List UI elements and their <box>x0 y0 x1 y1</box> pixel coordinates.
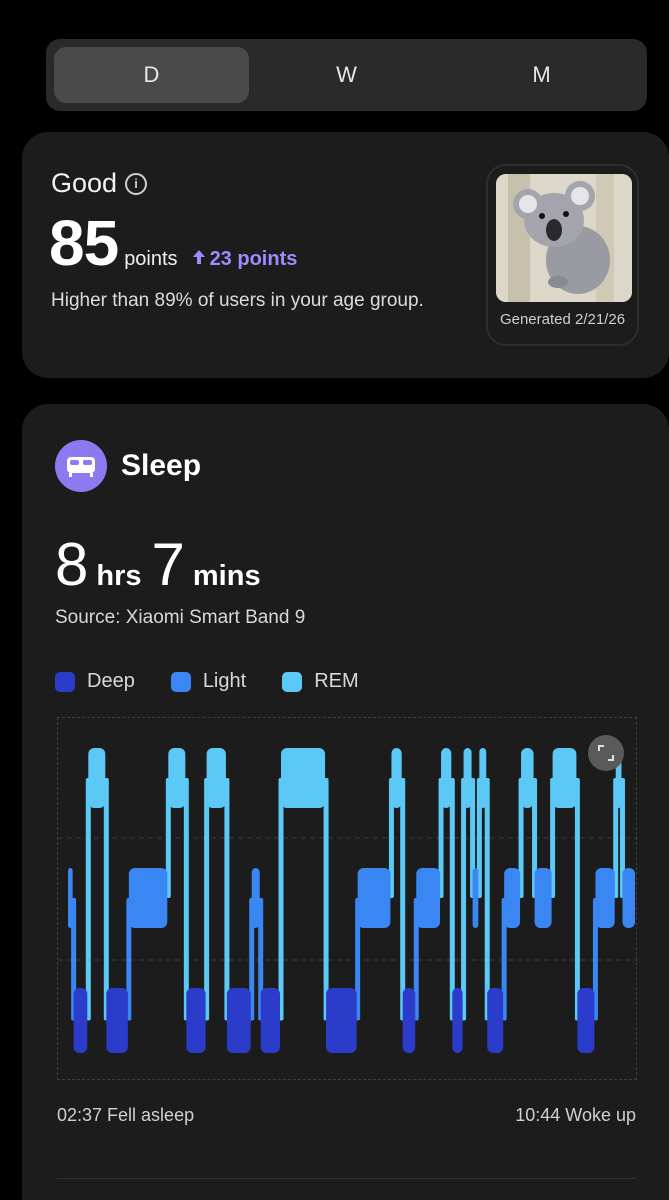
period-selector: D W M <box>46 39 647 111</box>
sleep-header: Sleep <box>55 440 201 492</box>
sleep-segment-light <box>534 868 552 928</box>
koala-illustration <box>496 174 632 302</box>
sleep-segment-deep <box>106 988 128 1053</box>
sleep-segment-rem <box>168 748 186 808</box>
duration-hours: 8 <box>55 531 89 598</box>
sleep-segment-deep <box>186 988 206 1053</box>
sleep-segment-light <box>251 868 260 928</box>
sleep-segment-rem <box>441 748 452 808</box>
stage-transition <box>484 778 490 1021</box>
score-value: 85 <box>49 207 119 279</box>
sleep-segment-deep <box>226 988 251 1053</box>
stage-transition <box>278 778 284 1021</box>
legend-swatch-deep <box>55 671 75 692</box>
avatar-card[interactable]: Generated 2/21/26 <box>486 164 639 346</box>
comparison-text: Higher than 89% of users in your age gro… <box>51 290 424 311</box>
stage-transition <box>204 778 210 1021</box>
legend-swatch-light <box>170 671 191 692</box>
sleep-segment-light <box>416 868 441 928</box>
rating-label: Good <box>51 168 118 198</box>
sleep-segment-rem <box>479 748 487 808</box>
rating-row: Good i <box>51 168 148 199</box>
duration-minutes: 7 <box>151 531 185 598</box>
stage-transition <box>224 778 230 1021</box>
sleep-segment-deep <box>73 988 88 1053</box>
sleep-chart[interactable] <box>57 717 638 1080</box>
stage-transition <box>461 778 467 1021</box>
stage-transition <box>400 778 406 1021</box>
data-source: Source: Xiaomi Smart Band 9 <box>55 607 306 628</box>
info-icon[interactable]: i <box>125 172 148 195</box>
stage-transition <box>85 778 91 1021</box>
score-delta: 23 points <box>192 248 298 271</box>
woke-up-time: 10:44 Woke up <box>515 1105 636 1125</box>
tab-day[interactable]: D <box>54 47 249 103</box>
legend-light: Light <box>170 670 247 693</box>
sleep-segment-deep <box>326 988 357 1053</box>
stage-transition <box>183 778 189 1021</box>
sleep-segment-deep <box>260 988 280 1053</box>
score-unit: points <box>124 248 178 270</box>
sleep-segment-light <box>472 868 479 928</box>
duration-minutes-unit: mins <box>192 560 261 592</box>
arrow-up-icon <box>192 250 205 264</box>
sleep-segment-light <box>128 868 168 928</box>
chart-legend: Deep Light REM <box>55 670 395 693</box>
fell-asleep-time: 02:37 Fell asleep <box>57 1105 195 1125</box>
legend-swatch-rem <box>282 671 303 692</box>
sleep-segment-light <box>68 868 73 928</box>
sleep-segment-rem <box>88 748 106 808</box>
legend-rem: REM <box>282 670 359 693</box>
sleep-segment-rem <box>521 748 534 808</box>
sleep-segment-rem <box>463 748 472 808</box>
legend-label-rem: REM <box>314 670 359 692</box>
duration-hours-unit: hrs <box>96 560 142 592</box>
legend-label-deep: Deep <box>87 670 135 692</box>
score-card[interactable]: Good i 85 points 23 points Higher than 8… <box>22 132 669 378</box>
divider <box>57 1178 636 1179</box>
sleep-segment-light <box>595 868 615 928</box>
sleep-segment-deep <box>452 988 463 1053</box>
sleep-segment-light <box>504 868 521 928</box>
sleep-segment-light <box>357 868 391 928</box>
legend-label-light: Light <box>202 670 247 692</box>
sleep-segment-light <box>622 868 635 928</box>
sleep-segment-rem <box>391 748 402 808</box>
stage-transition <box>103 778 109 1021</box>
hypnogram-svg <box>58 748 638 1053</box>
sleep-segment-rem <box>281 748 326 808</box>
tab-month[interactable]: M <box>444 47 639 103</box>
sleep-segment-deep <box>487 988 504 1053</box>
sleep-segment-rem <box>552 748 577 808</box>
delta-text: 23 points <box>209 248 298 270</box>
stage-transition <box>574 778 580 1021</box>
generated-date: Generated 2/21/26 <box>499 311 626 328</box>
score-row: 85 points 23 points <box>49 206 297 280</box>
stage-transition <box>449 778 455 1021</box>
sleep-duration: 8 hrs 7 mins <box>55 530 271 599</box>
sleep-segment-rem <box>206 748 226 808</box>
expand-icon[interactable] <box>588 735 624 771</box>
bed-icon <box>55 440 107 492</box>
sleep-title: Sleep <box>121 449 202 482</box>
sleep-card[interactable]: Sleep 8 hrs 7 mins Source: Xiaomi Smart … <box>22 404 669 1200</box>
sleep-segment-deep <box>577 988 595 1053</box>
stage-transition <box>323 778 329 1021</box>
legend-deep: Deep <box>55 670 135 693</box>
tab-week[interactable]: W <box>249 47 444 103</box>
sleep-segment-deep <box>402 988 416 1053</box>
